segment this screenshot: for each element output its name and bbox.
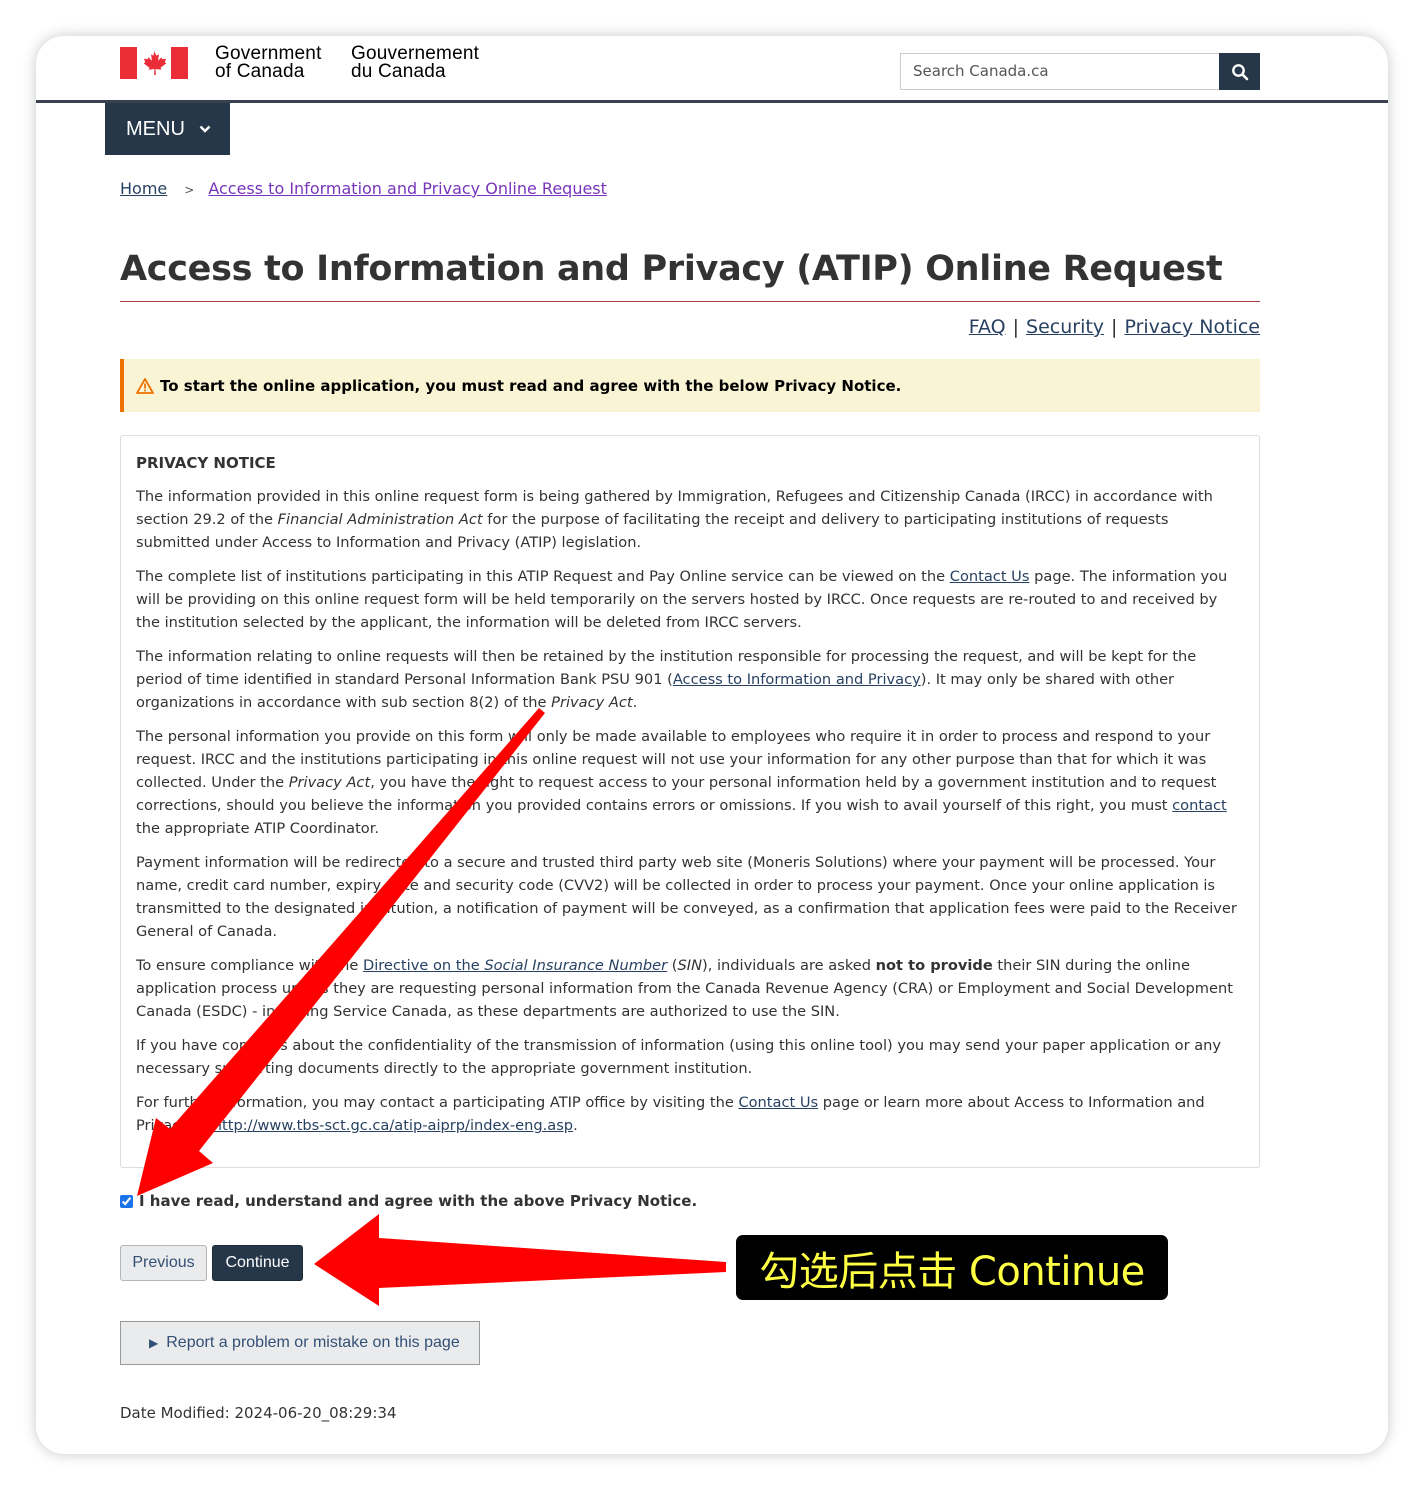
date-modified: Date Modified: 2024-06-20_08:29:34 — [120, 1404, 397, 1422]
breadcrumb: Home > Access to Information and Privacy O… — [120, 179, 607, 198]
gov-fr-line2: du Canada — [351, 61, 446, 82]
title-underline — [120, 301, 1260, 302]
warning-text: To start the online application, you mus… — [160, 376, 902, 395]
gov-en-line2: of Canada — [215, 61, 305, 82]
notice-paragraph: The information relating to online reque… — [136, 648, 1197, 711]
notice-paragraph: The complete list of institutions partic… — [136, 568, 1228, 631]
menu-button[interactable]: MENU — [105, 103, 230, 155]
breadcrumb-current-link[interactable]: Access to Information and Privacy Online… — [208, 179, 607, 198]
previous-button[interactable]: Previous — [120, 1245, 207, 1281]
annotation-label: 勾选后点击 Continue — [736, 1235, 1168, 1300]
contact-us-link[interactable]: Contact Us — [950, 568, 1030, 585]
contact-link[interactable]: contact — [1172, 797, 1227, 814]
privacy-notice-box: PRIVACY NOTICE The information provided … — [120, 435, 1260, 1168]
chevron-down-icon — [199, 125, 211, 133]
breadcrumb-home-link[interactable]: Home — [120, 179, 167, 198]
agree-label: I have read, understand and agree with t… — [139, 1192, 698, 1210]
triangle-right-icon: ▶ — [149, 1336, 159, 1350]
agree-checkbox-row[interactable]: I have read, understand and agree with t… — [120, 1192, 697, 1210]
search-input[interactable]: Search Canada.ca — [900, 53, 1220, 90]
notice-paragraph: For further information, you may contact… — [136, 1094, 1205, 1134]
link-separator: | — [1111, 316, 1118, 338]
arrow-to-continue — [314, 1214, 726, 1306]
notice-paragraph: To ensure compliance with the Directive … — [136, 957, 1233, 1020]
menu-label: MENU — [126, 117, 185, 140]
warning-alert: To start the online application, you mus… — [120, 359, 1260, 412]
top-links: FAQ | Security | Privacy Notice — [969, 316, 1260, 338]
privacy-notice-link[interactable]: Privacy Notice — [1124, 316, 1260, 338]
faq-link[interactable]: FAQ — [969, 316, 1006, 338]
report-problem-button[interactable]: ▶ Report a problem or mistake on this pa… — [120, 1321, 480, 1365]
security-link[interactable]: Security — [1026, 316, 1104, 338]
canada-flag-icon[interactable] — [120, 47, 188, 79]
search-button[interactable] — [1219, 53, 1260, 90]
warning-icon — [136, 377, 154, 394]
contact-us-link[interactable]: Contact Us — [738, 1094, 818, 1111]
report-problem-label: Report a problem or mistake on this page — [166, 1334, 460, 1351]
breadcrumb-separator: > — [184, 183, 195, 197]
gov-wordmark-en: Government of Canada — [215, 44, 322, 82]
notice-paragraph: The personal information you provide on … — [136, 728, 1227, 837]
agree-checkbox[interactable] — [120, 1194, 133, 1208]
tbs-atip-url-link[interactable]: http://www.tbs-sct.gc.ca/atip-aiprp/inde… — [213, 1117, 573, 1134]
gov-wordmark-fr: Gouvernement du Canada — [351, 44, 479, 82]
search-icon — [1231, 63, 1248, 80]
notice-paragraph: Payment information will be redirected t… — [136, 854, 1237, 940]
page-title: Access to Information and Privacy (ATIP)… — [120, 249, 1223, 289]
continue-button[interactable]: Continue — [212, 1245, 303, 1281]
notice-paragraph: The information provided in this online … — [136, 488, 1213, 551]
header-divider — [36, 100, 1388, 103]
sin-directive-link[interactable]: Directive on the Social Insurance Number — [363, 957, 667, 974]
link-separator: | — [1012, 316, 1020, 338]
notice-paragraph: If you have concerns about the confident… — [136, 1037, 1222, 1077]
privacy-notice-heading: PRIVACY NOTICE — [136, 454, 276, 472]
atip-link[interactable]: Access to Information and Privacy — [673, 671, 921, 688]
browser-frame: Government of Canada Gouvernement du Can… — [36, 36, 1388, 1454]
